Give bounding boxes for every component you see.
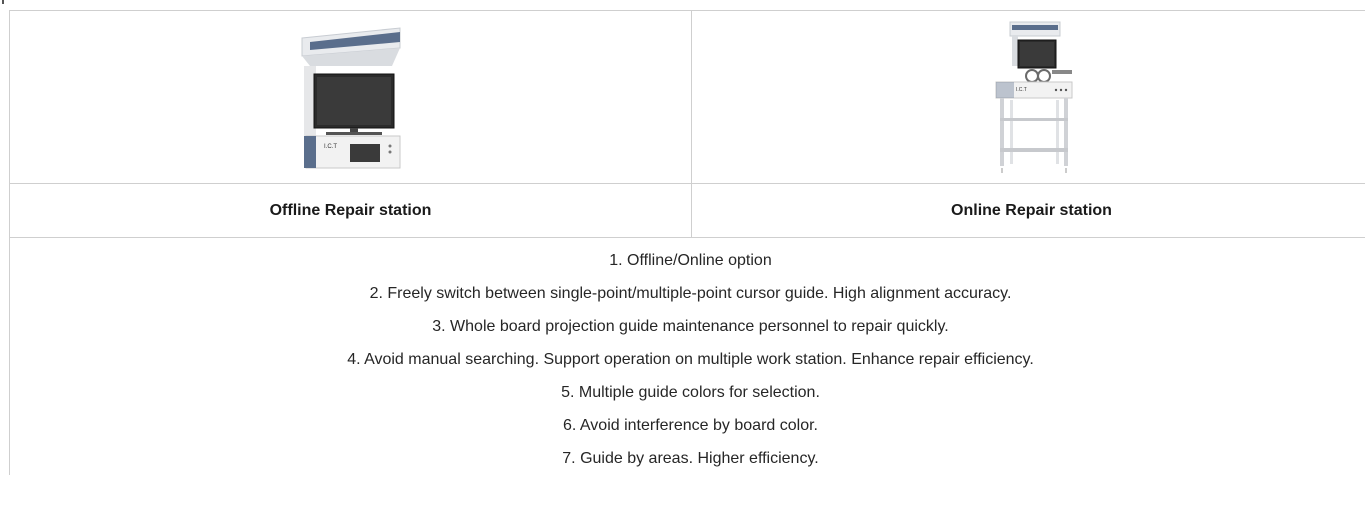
feature-item: 6. Avoid interference by board color.	[563, 417, 818, 434]
online-image-cell: I.C.T	[691, 10, 1365, 184]
feature-item: 2. Freely switch between single-point/mu…	[369, 285, 1012, 302]
feature-item: 4. Avoid manual searching. Support opera…	[347, 351, 1034, 368]
features-cell: 1. Offline/Online option 2. Freely switc…	[9, 237, 1365, 475]
product-images-row: I.C.T I.C.T	[9, 10, 1365, 184]
repair-station-comparison-table: I.C.T I.C.T Offline Repair station Onlin…	[9, 10, 1365, 475]
features-row: 1. Offline/Online option 2. Freely switc…	[9, 237, 1365, 475]
product-names-row: Offline Repair station Online Repair sta…	[9, 183, 1365, 238]
feature-item: 3. Whole board projection guide maintena…	[432, 318, 949, 335]
online-repair-station-image: I.C.T	[995, 21, 1072, 173]
feature-item: 7. Guide by areas. Higher efficiency.	[562, 450, 819, 467]
feature-item: 1. Offline/Online option	[609, 252, 772, 269]
offline-image-cell: I.C.T	[9, 10, 692, 184]
brand-plate-text: I.C.T	[324, 144, 337, 150]
offline-repair-station-image: I.C.T	[301, 27, 400, 169]
page-edge-mark	[2, 0, 4, 4]
online-name-cell: Online Repair station	[691, 183, 1365, 238]
offline-name-cell: Offline Repair station	[9, 183, 692, 238]
brand-plate-text-online: I.C.T	[1016, 87, 1027, 93]
feature-item: 5. Multiple guide colors for selection.	[561, 384, 820, 401]
